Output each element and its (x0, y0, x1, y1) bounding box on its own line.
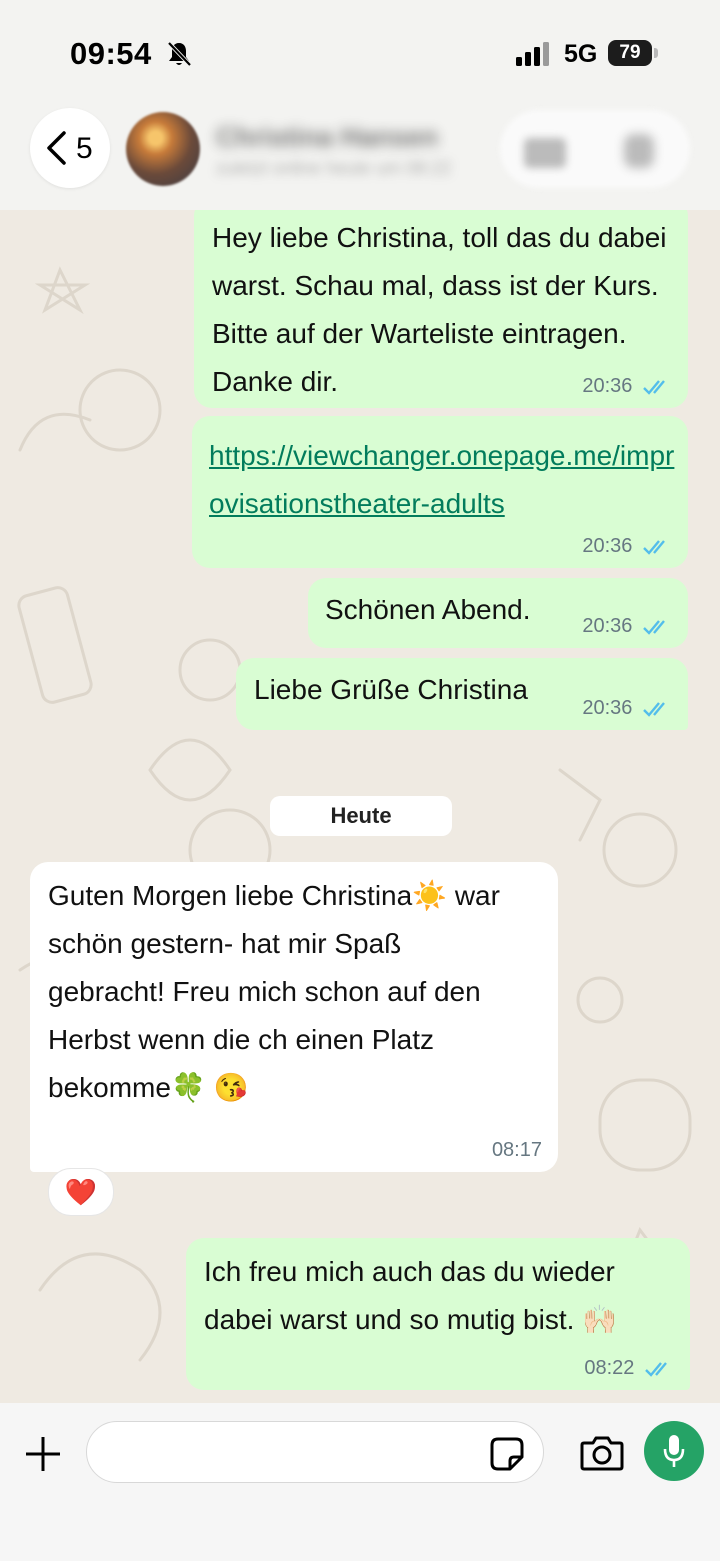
status-bar: 09:54 5G 79 (0, 0, 720, 100)
contact-avatar[interactable] (126, 112, 200, 186)
message-meta: 20:36 (582, 376, 672, 396)
sticker-icon[interactable] (490, 1437, 524, 1471)
microphone-button[interactable] (644, 1421, 704, 1481)
video-call-icon[interactable] (524, 138, 566, 168)
double-check-icon (643, 619, 665, 635)
plus-icon[interactable] (24, 1435, 62, 1473)
message-text: Guten Morgen liebe Christina☀️ war schön… (48, 880, 500, 1103)
voice-call-icon[interactable] (624, 134, 654, 168)
double-check-icon (645, 1361, 667, 1377)
message-time: 20:36 (582, 535, 633, 557)
message-bubble-incoming[interactable]: Guten Morgen liebe Christina☀️ war schön… (30, 862, 558, 1172)
message-bubble[interactable]: https://viewchanger.onepage.me/improvisa… (192, 416, 688, 568)
back-button[interactable]: 5 (30, 108, 110, 188)
battery-tip (654, 48, 658, 58)
message-bubble[interactable]: Liebe Grüße Christina 20:36 (236, 658, 688, 730)
message-time: 20:36 (582, 375, 633, 397)
contact-name[interactable]: Christina Hansen (216, 122, 438, 153)
message-bubble[interactable]: Schönen Abend. 20:36 (308, 578, 688, 648)
message-text: Schönen Abend. (325, 594, 531, 625)
message-meta: 20:36 (582, 616, 672, 636)
message-meta: 20:36 (582, 698, 672, 718)
microphone-icon (663, 1435, 685, 1467)
message-bubble[interactable]: Hey liebe Christina, toll das du dabei w… (194, 210, 688, 408)
back-chevron-icon (47, 131, 66, 165)
unread-chats-count: 5 (76, 132, 93, 165)
double-check-icon (643, 701, 665, 717)
message-time: 08:22 (584, 1357, 635, 1379)
date-separator: Heute (270, 796, 452, 836)
camera-icon[interactable] (580, 1435, 624, 1471)
battery-level: 79 (608, 40, 652, 66)
message-time: 20:36 (582, 697, 633, 719)
chat-header: 5 Christina Hansen zuletzt online heute … (0, 100, 720, 211)
double-check-icon (643, 379, 665, 395)
signal-icon (516, 42, 552, 71)
message-time: 20:36 (582, 615, 633, 637)
message-meta: 08:17 (492, 1140, 542, 1160)
contact-status: zuletzt online heute um 08:22 (216, 158, 452, 178)
chat-area[interactable]: Hey liebe Christina, toll das du dabei w… (0, 210, 720, 1403)
message-input-bar (0, 1403, 720, 1561)
message-bubble[interactable]: Ich freu mich auch das du wieder dabei w… (186, 1238, 690, 1390)
network-type: 5G (564, 40, 598, 68)
message-input[interactable] (86, 1421, 544, 1483)
message-reaction[interactable]: ❤️ (48, 1168, 114, 1216)
message-time: 08:17 (491, 1139, 542, 1161)
message-meta: 08:22 (584, 1358, 674, 1378)
double-check-icon (643, 539, 665, 555)
message-link[interactable]: https://viewchanger.onepage.me/improvisa… (209, 432, 679, 528)
message-text: Liebe Grüße Christina (254, 674, 528, 705)
message-text: Ich freu mich auch das du wieder dabei w… (204, 1256, 618, 1335)
status-time: 09:54 (70, 36, 152, 71)
bell-slash-icon (166, 40, 192, 73)
message-meta: 20:36 (582, 536, 672, 556)
